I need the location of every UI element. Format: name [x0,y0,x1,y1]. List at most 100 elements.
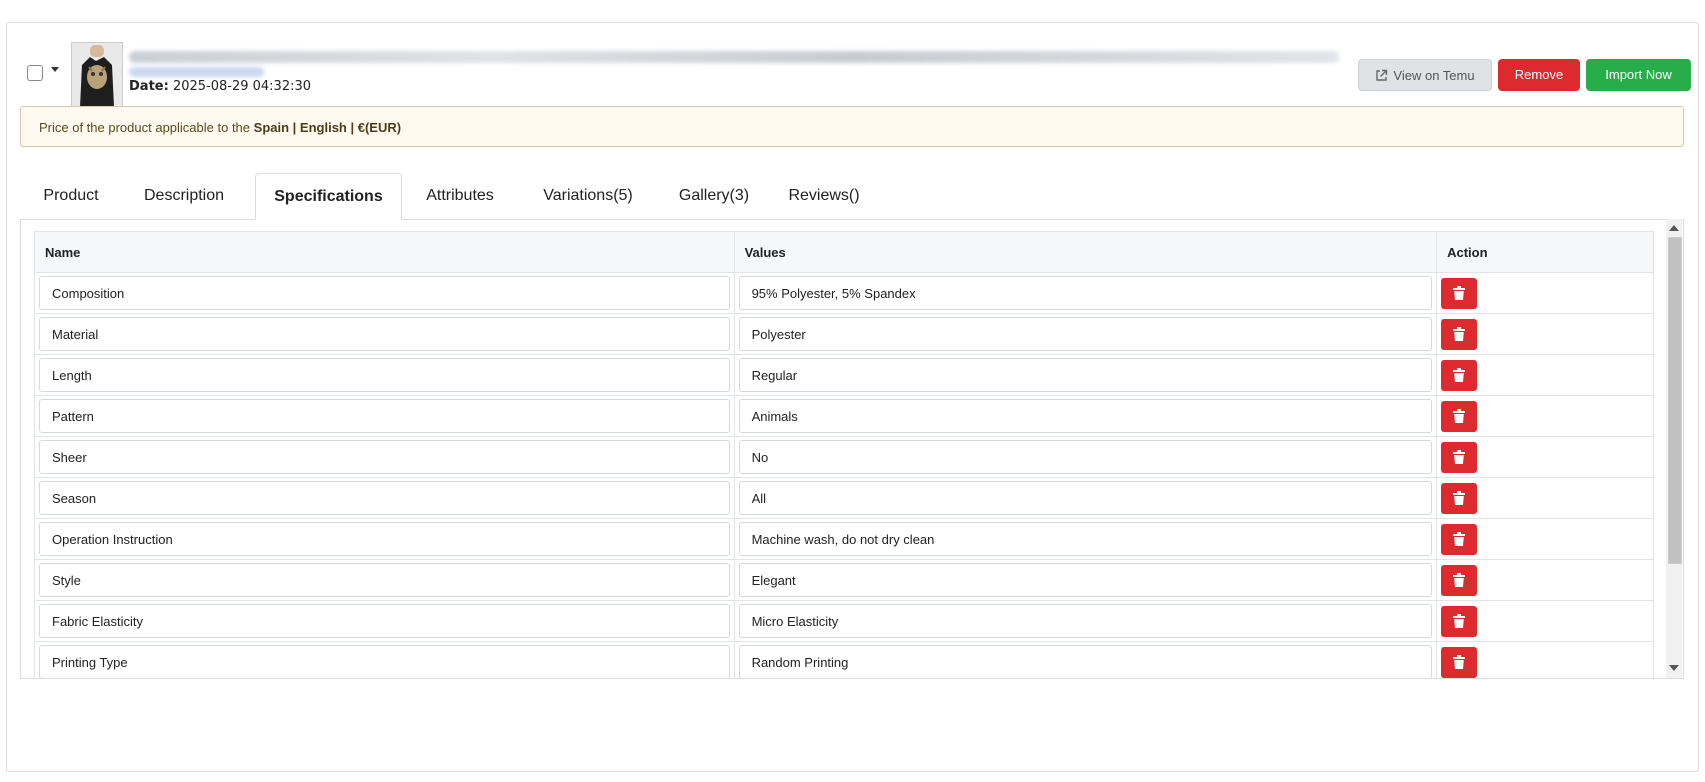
delete-row-button[interactable] [1441,605,1478,637]
product-link-redacted [129,67,264,77]
action-cell [1436,559,1654,601]
trash-icon [1453,286,1466,300]
tab-product[interactable]: Product [20,173,122,219]
value-cell: Machine wash, do not dry clean [733,518,1438,560]
delete-row-button[interactable] [1441,523,1478,555]
scroll-down-icon[interactable] [1669,665,1679,671]
value-cell: Elegant [733,559,1438,601]
header-name: Name [34,231,735,273]
table-scrollbar[interactable] [1666,219,1682,678]
delete-row-button[interactable] [1441,400,1478,432]
table-body: Composition 95% Polyester, 5% Spandex Mate… [34,272,1654,678]
tab-gallery[interactable]: Gallery(3) [658,173,770,219]
name-cell: Fabric Elasticity [34,600,735,642]
action-cell [1436,477,1654,519]
table-row: Fabric Elasticity Micro Elasticity [34,600,1654,642]
table-row: Pattern Animals [34,395,1654,437]
value-cell: Regular [733,354,1438,396]
table-row: Style Elegant [34,559,1654,601]
import-now-button[interactable]: Import Now [1586,59,1691,91]
tab-description[interactable]: Description [122,173,246,219]
spec-name-input[interactable]: Material [39,317,730,351]
spec-value-input[interactable]: No [738,440,1433,474]
tab-variations[interactable]: Variations(5) [518,173,658,219]
name-cell: Length [34,354,735,396]
spec-value-input[interactable]: Elegant [738,563,1433,597]
spec-value-input[interactable]: All [738,481,1433,515]
scrollbar-thumb[interactable] [1668,237,1682,564]
spec-name-input[interactable]: Printing Type [39,645,730,678]
value-cell: Micro Elasticity [733,600,1438,642]
spec-name-input[interactable]: Pattern [39,399,730,433]
delete-row-button[interactable] [1441,359,1478,391]
value-cell: Random Printing [733,641,1438,678]
date-value: 2025-08-29 04:32:30 [172,79,312,94]
notice-region: Spain | English | €(EUR) [253,120,402,135]
delete-row-button[interactable] [1441,441,1478,473]
name-cell: Composition [34,272,735,314]
table-row: Composition 95% Polyester, 5% Spandex [34,272,1654,314]
product-thumbnail[interactable] [71,42,123,108]
table-row: Sheer No [34,436,1654,478]
trash-icon [1453,532,1466,546]
action-cell [1436,272,1654,314]
delete-row-button[interactable] [1441,318,1478,350]
view-on-temu-button[interactable]: View on Temu [1358,59,1492,91]
tab-specifications[interactable]: Specifications [255,173,402,220]
name-cell: Material [34,313,735,355]
spec-value-input[interactable]: Random Printing [738,645,1433,678]
tab-reviews[interactable]: Reviews() [770,173,878,219]
action-cell [1436,313,1654,355]
product-header: Date: 2025-08-29 04:32:30 View on Temu R… [21,33,1691,108]
specifications-table: Name Values Action Composition 95% Polyes… [34,231,1654,678]
value-cell: Polyester [733,313,1438,355]
value-cell: No [733,436,1438,478]
spec-value-input[interactable]: Animals [738,399,1433,433]
spec-name-input[interactable]: Fabric Elasticity [39,604,730,638]
tab-attributes[interactable]: Attributes [402,173,518,219]
name-cell: Pattern [34,395,735,437]
spec-name-input[interactable]: Length [39,358,730,392]
delete-row-button[interactable] [1441,482,1478,514]
name-cell: Style [34,559,735,601]
trash-icon [1453,491,1466,505]
table-row: Length Regular [34,354,1654,396]
action-cell [1436,641,1654,678]
name-cell: Season [34,477,735,519]
trash-icon [1453,409,1466,423]
chevron-down-icon[interactable] [51,67,59,72]
notice-text: Price of the product applicable to the [39,120,251,135]
delete-row-button[interactable] [1441,646,1478,678]
remove-button[interactable]: Remove [1498,59,1580,91]
spec-name-input[interactable]: Style [39,563,730,597]
product-card: Date: 2025-08-29 04:32:30 View on Temu R… [6,22,1699,772]
spec-name-input[interactable]: Sheer [39,440,730,474]
spec-name-input[interactable]: Composition [39,276,730,310]
spec-value-input[interactable]: Machine wash, do not dry clean [738,522,1433,556]
delete-row-button[interactable] [1441,564,1478,596]
spec-name-input[interactable]: Season [39,481,730,515]
table-row: Operation Instruction Machine wash, do no… [34,518,1654,560]
delete-row-button[interactable] [1441,277,1478,309]
trash-icon [1453,368,1466,382]
date-label: Date: [129,79,169,94]
header-action: Action [1436,231,1654,273]
action-cell [1436,354,1654,396]
spec-value-input[interactable]: Regular [738,358,1433,392]
scroll-up-icon[interactable] [1669,225,1679,231]
value-cell: All [733,477,1438,519]
view-on-temu-label: View on Temu [1393,68,1475,83]
trash-icon [1453,573,1466,587]
action-cell [1436,518,1654,560]
specifications-panel: Name Values Action Composition 95% Polyes… [20,219,1684,679]
spec-value-input[interactable]: Micro Elasticity [738,604,1433,638]
spec-name-input[interactable]: Operation Instruction [39,522,730,556]
product-date: Date: 2025-08-29 04:32:30 [129,79,311,94]
select-checkbox[interactable] [27,65,43,81]
product-title-redacted [129,51,1339,63]
price-notice: Price of the product applicable to the S… [20,106,1684,147]
spec-value-input[interactable]: 95% Polyester, 5% Spandex [738,276,1433,310]
spec-value-input[interactable]: Polyester [738,317,1433,351]
table-row: Season All [34,477,1654,519]
value-cell: Animals [733,395,1438,437]
